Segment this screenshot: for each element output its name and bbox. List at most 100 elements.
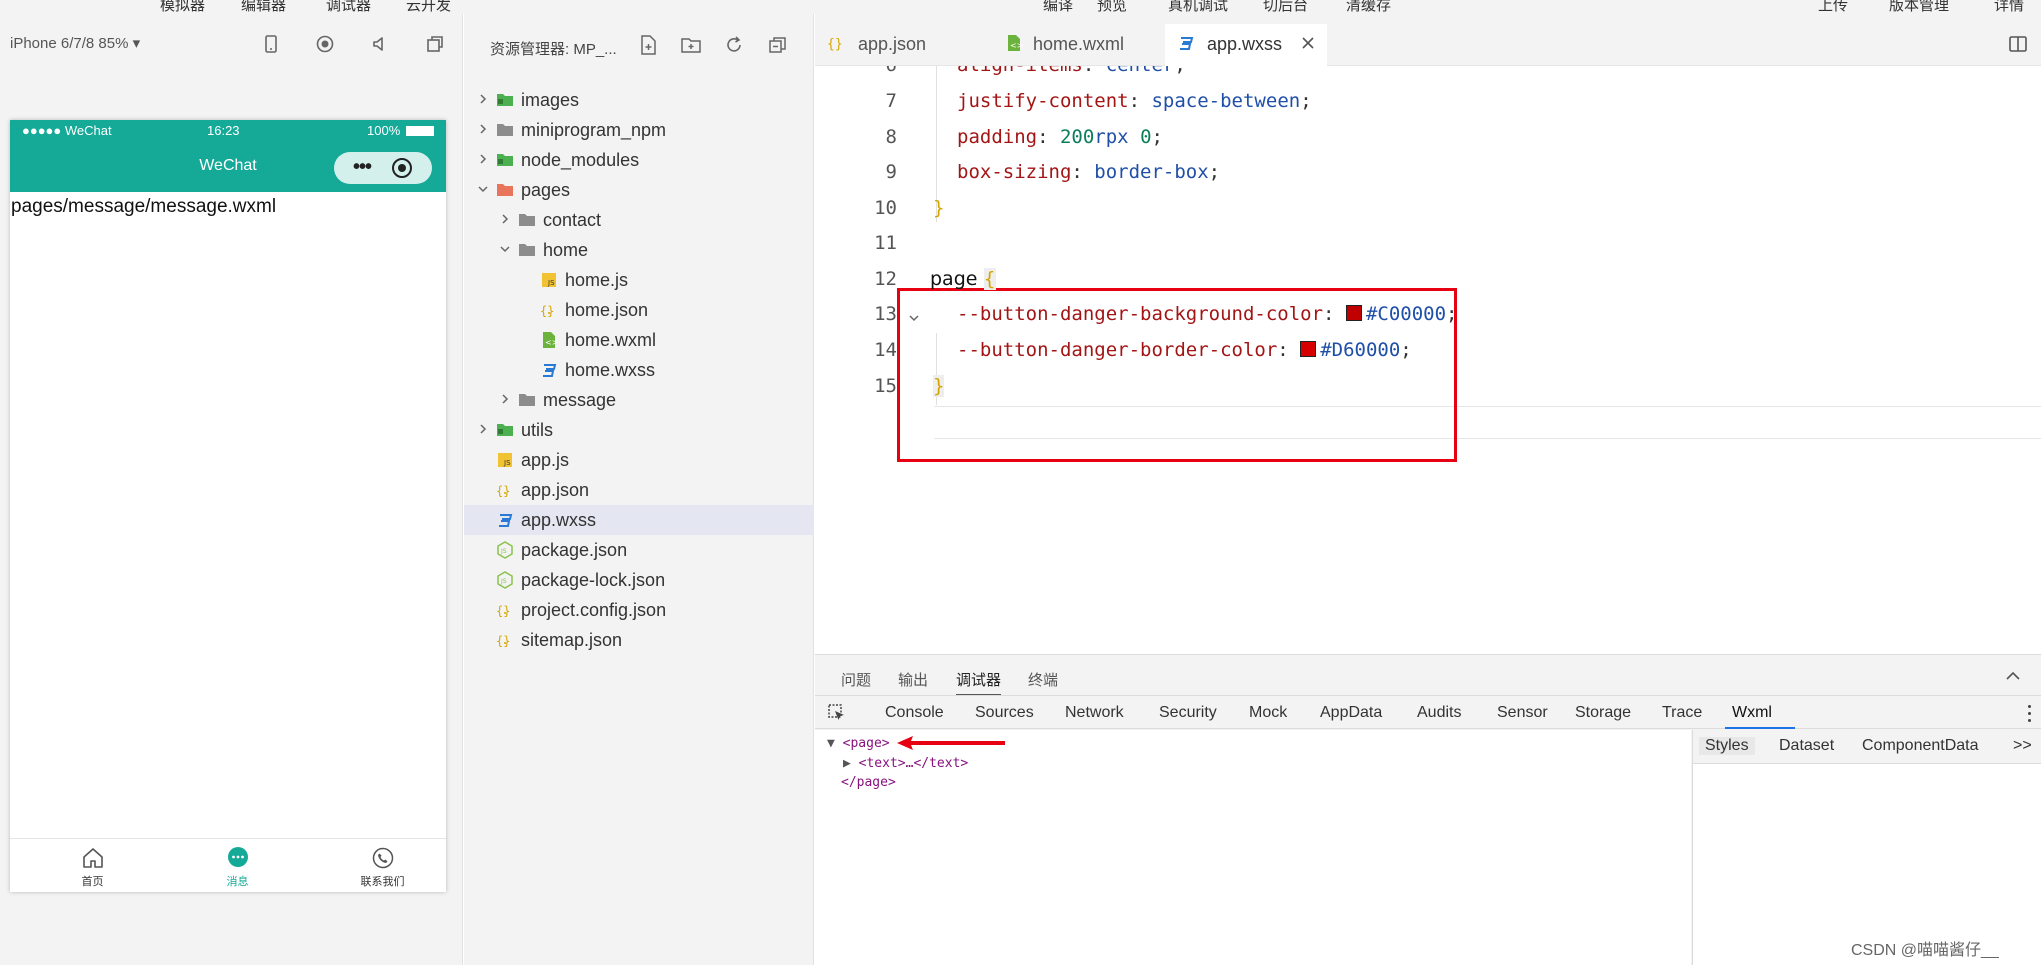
chevron-right-icon[interactable] <box>498 212 512 226</box>
active-tab-underline <box>1725 727 1795 729</box>
chevron-right-icon[interactable] <box>498 392 512 406</box>
menu-clear-cache[interactable]: 清缓存 <box>1346 0 1391 14</box>
tab-console[interactable]: Console <box>885 704 944 722</box>
tab-network[interactable]: Network <box>1065 704 1124 722</box>
code-area[interactable]: 6 align-items: center; 7 justify-content… <box>815 66 2041 654</box>
wxml-file-icon: <> <box>540 331 558 349</box>
folder-icon <box>518 391 536 409</box>
tree-item-miniprogram-npm[interactable]: miniprogram_npm <box>464 115 814 145</box>
tree-item-package-lock-json[interactable]: JS package-lock.json <box>464 565 814 595</box>
tree-item-home-json[interactable]: {} home.json <box>464 295 814 325</box>
tab-security[interactable]: Security <box>1159 704 1217 722</box>
tree-item-app-wxss[interactable]: app.wxss <box>464 505 814 535</box>
tab-dataset[interactable]: Dataset <box>1779 737 1834 755</box>
chevron-down-icon[interactable] <box>498 242 512 256</box>
tab-output[interactable]: 输出 <box>898 669 928 690</box>
tree-item-label: home.wxss <box>565 360 656 380</box>
tab-more[interactable]: >> <box>2013 737 2032 755</box>
dom-node-page[interactable]: ▼ <page> <box>827 736 890 751</box>
tab-storage[interactable]: Storage <box>1575 704 1631 722</box>
tree-item-app-json[interactable]: {} app.json <box>464 475 814 505</box>
tab-debugger[interactable]: 调试器 <box>956 669 1002 696</box>
more-options-icon[interactable] <box>2025 702 2035 724</box>
refresh-icon[interactable] <box>723 34 745 56</box>
window-icon[interactable] <box>425 34 445 54</box>
tab-styles[interactable]: Styles <box>1699 737 1755 755</box>
chevron-down-icon[interactable] <box>476 182 490 196</box>
new-file-icon[interactable] <box>637 34 659 56</box>
tree-item-images[interactable]: images <box>464 85 814 115</box>
device-select[interactable]: iPhone 6/7/8 85% ▾ <box>10 34 140 52</box>
chevron-right-icon[interactable] <box>476 92 490 106</box>
menu-background[interactable]: 切后台 <box>1263 0 1308 14</box>
tab-message[interactable]: 消息 <box>165 839 310 893</box>
dom-node-text[interactable]: ▶ <text>…</text> <box>843 756 968 771</box>
svg-text:<>: <> <box>1010 41 1023 50</box>
tab-appdata[interactable]: AppData <box>1320 704 1382 722</box>
tab-app-json[interactable]: {} app.json <box>815 24 965 66</box>
capsule-menu[interactable]: ••• <box>334 152 432 184</box>
tab-wxml[interactable]: Wxml <box>1732 704 1772 722</box>
tab-terminal[interactable]: 终端 <box>1028 669 1058 690</box>
chevron-right-icon[interactable] <box>476 122 490 136</box>
tree-item-home-wxss[interactable]: home.wxss <box>464 355 814 385</box>
explorer-title: 资源管理器: MP_... <box>490 41 617 58</box>
tab-contact[interactable]: 联系我们 <box>310 839 455 893</box>
tree-item-project-config-json[interactable]: {} project.config.json <box>464 595 814 625</box>
svg-text:{}: {} <box>496 634 510 648</box>
tab-audits[interactable]: Audits <box>1417 704 1461 722</box>
chevron-up-icon[interactable] <box>2004 667 2022 685</box>
menu-upload[interactable]: 上传 <box>1818 0 1848 14</box>
code-line-13: --button-danger-background-color: #C0000… <box>957 303 1458 325</box>
menu-editor[interactable]: 编辑器 <box>241 0 286 14</box>
line-number: 8 <box>885 126 897 148</box>
tab-trace[interactable]: Trace <box>1662 704 1702 722</box>
chevron-right-icon[interactable] <box>476 152 490 166</box>
color-swatch[interactable] <box>1300 341 1317 357</box>
menu-version[interactable]: 版本管理 <box>1889 0 1949 14</box>
tab-component-data[interactable]: ComponentData <box>1862 737 1979 755</box>
tree-item-home[interactable]: home <box>464 235 814 265</box>
menu-compile[interactable]: 编译 <box>1043 0 1073 14</box>
tab-label: home.wxml <box>1033 34 1125 54</box>
tab-home[interactable]: 首页 <box>20 839 165 893</box>
tree-item-app-js[interactable]: JS app.js <box>464 445 814 475</box>
tree-item-pages[interactable]: pages <box>464 175 814 205</box>
volume-icon[interactable] <box>370 34 390 54</box>
tree-item-sitemap-json[interactable]: {} sitemap.json <box>464 625 814 655</box>
close-icon[interactable] <box>1301 36 1315 50</box>
closing-brace: } <box>933 197 945 219</box>
new-folder-icon[interactable] <box>680 34 702 56</box>
tree-item-node-modules[interactable]: node_modules <box>464 145 814 175</box>
tab-home-wxml[interactable]: <> home.wxml <box>965 24 1165 66</box>
tab-problems[interactable]: 问题 <box>841 669 871 690</box>
tab-sensor[interactable]: Sensor <box>1497 704 1548 722</box>
more-icon[interactable]: ••• <box>342 152 382 184</box>
close-mini-program-icon[interactable] <box>392 158 412 178</box>
tree-item-contact[interactable]: contact <box>464 205 814 235</box>
menu-preview[interactable]: 预览 <box>1097 0 1127 14</box>
chevron-right-icon[interactable] <box>476 422 490 436</box>
tree-item-message[interactable]: message <box>464 385 814 415</box>
tab-app-wxss[interactable]: app.wxss <box>1165 24 1327 66</box>
tab-mock[interactable]: Mock <box>1249 704 1287 722</box>
menu-real-debug[interactable]: 真机调试 <box>1168 0 1228 14</box>
fold-chevron-icon[interactable] <box>907 310 921 324</box>
collapse-all-icon[interactable] <box>767 34 789 56</box>
record-icon[interactable] <box>315 34 335 54</box>
menu-details[interactable]: 详情 <box>1994 0 2024 14</box>
color-swatch[interactable] <box>1345 305 1362 321</box>
menu-simulator[interactable]: 模拟器 <box>160 0 205 14</box>
phone-icon[interactable] <box>261 34 281 54</box>
tree-item-package-json[interactable]: JS package.json <box>464 535 814 565</box>
split-editor-icon[interactable] <box>2008 34 2028 54</box>
menu-debugger[interactable]: 调试器 <box>326 0 371 14</box>
tree-item-utils[interactable]: utils <box>464 415 814 445</box>
tab-sources[interactable]: Sources <box>975 704 1034 722</box>
json-file-icon: {} <box>496 631 514 649</box>
tree-item-home-wxml[interactable]: <> home.wxml <box>464 325 814 355</box>
menu-cloud[interactable]: 云开发 <box>406 0 451 14</box>
css-number: 200 <box>1059 126 1095 148</box>
inspect-element-icon[interactable] <box>827 703 847 723</box>
tree-item-home-js[interactable]: JS home.js <box>464 265 814 295</box>
